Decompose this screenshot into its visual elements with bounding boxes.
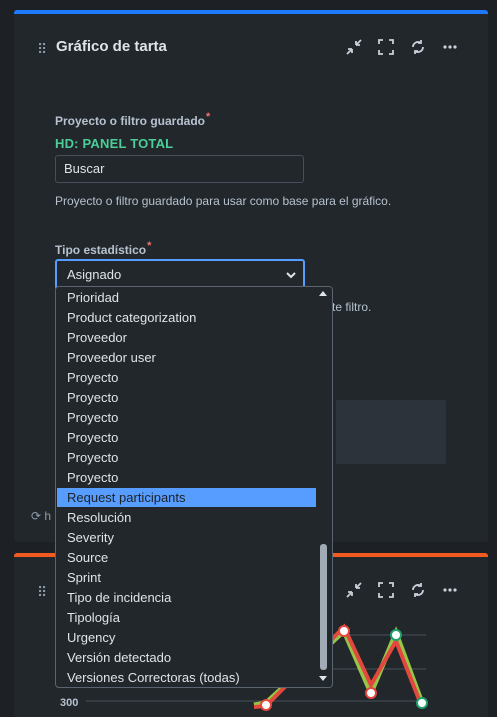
- dropdown-option[interactable]: Proyecto: [57, 388, 316, 407]
- chevron-down-icon: [285, 261, 297, 288]
- stat-type-dropdown[interactable]: Prioridad Product categorization Proveedor…: [55, 286, 333, 688]
- project-label: Proyecto o filtro guardado*: [55, 111, 211, 128]
- required-mark: *: [206, 111, 211, 123]
- dropdown-option[interactable]: Proveedor: [57, 328, 316, 347]
- refresh-icon: ⟳: [31, 509, 42, 523]
- gadget-toolbar: [338, 36, 466, 58]
- dropdown-option[interactable]: Source: [57, 548, 316, 567]
- dropdown-option[interactable]: Severity: [57, 528, 316, 547]
- dropdown-option[interactable]: Tipología: [57, 608, 316, 627]
- dropdown-option[interactable]: Proyecto: [57, 468, 316, 487]
- stat-help-text: te filtro.: [332, 300, 372, 314]
- dropdown-option[interactable]: Proveedor user: [57, 348, 316, 367]
- required-mark: *: [147, 240, 152, 252]
- scrollbar[interactable]: [317, 287, 331, 687]
- data-point: [365, 687, 377, 699]
- data-point: [338, 625, 350, 637]
- more-icon[interactable]: [434, 36, 466, 58]
- dropdown-option[interactable]: Urgency: [57, 628, 316, 647]
- dropdown-option[interactable]: Proyecto: [57, 368, 316, 387]
- dropdown-option[interactable]: Sprint: [57, 568, 316, 587]
- gadget-title: Gráfico de tarta: [56, 38, 167, 55]
- data-point: [390, 629, 402, 641]
- dropdown-option[interactable]: Proyecto: [57, 448, 316, 467]
- y-tick-label: 300: [60, 697, 78, 709]
- dropdown-option[interactable]: Prioridad: [57, 288, 316, 307]
- refresh-footer: ⟳ h: [31, 509, 52, 523]
- scrollbar-thumb[interactable]: [320, 544, 327, 670]
- stat-type-value: Asignado: [67, 267, 122, 282]
- scroll-up-icon[interactable]: [319, 291, 327, 296]
- dropdown-option[interactable]: Request participants: [57, 488, 316, 507]
- project-help-text: Proyecto o filtro guardado para usar com…: [55, 194, 392, 208]
- dropdown-option[interactable]: Versión detectado: [57, 648, 316, 667]
- search-button[interactable]: Buscar: [55, 155, 304, 183]
- data-point: [416, 697, 428, 709]
- data-point: [260, 699, 272, 711]
- hidden-panel: [336, 400, 446, 464]
- dropdown-option[interactable]: Proyecto: [57, 408, 316, 427]
- dropdown-option[interactable]: Product categorization: [57, 308, 316, 327]
- dropdown-option[interactable]: Tipo de incidencia: [57, 588, 316, 607]
- dropdown-option[interactable]: Resolución: [57, 508, 316, 527]
- selected-project: HD: PANEL TOTAL: [55, 136, 174, 151]
- refresh-icon[interactable]: [402, 36, 434, 58]
- stat-type-label: Tipo estadístico*: [55, 240, 152, 257]
- fullscreen-icon[interactable]: [370, 36, 402, 58]
- dropdown-option[interactable]: Proyecto: [57, 428, 316, 447]
- dropdown-option[interactable]: Versiones Correctoras (todas): [57, 668, 316, 687]
- minimize-icon[interactable]: [338, 36, 370, 58]
- drag-handle-icon[interactable]: ⠿: [37, 42, 47, 56]
- scroll-down-icon[interactable]: [319, 676, 327, 681]
